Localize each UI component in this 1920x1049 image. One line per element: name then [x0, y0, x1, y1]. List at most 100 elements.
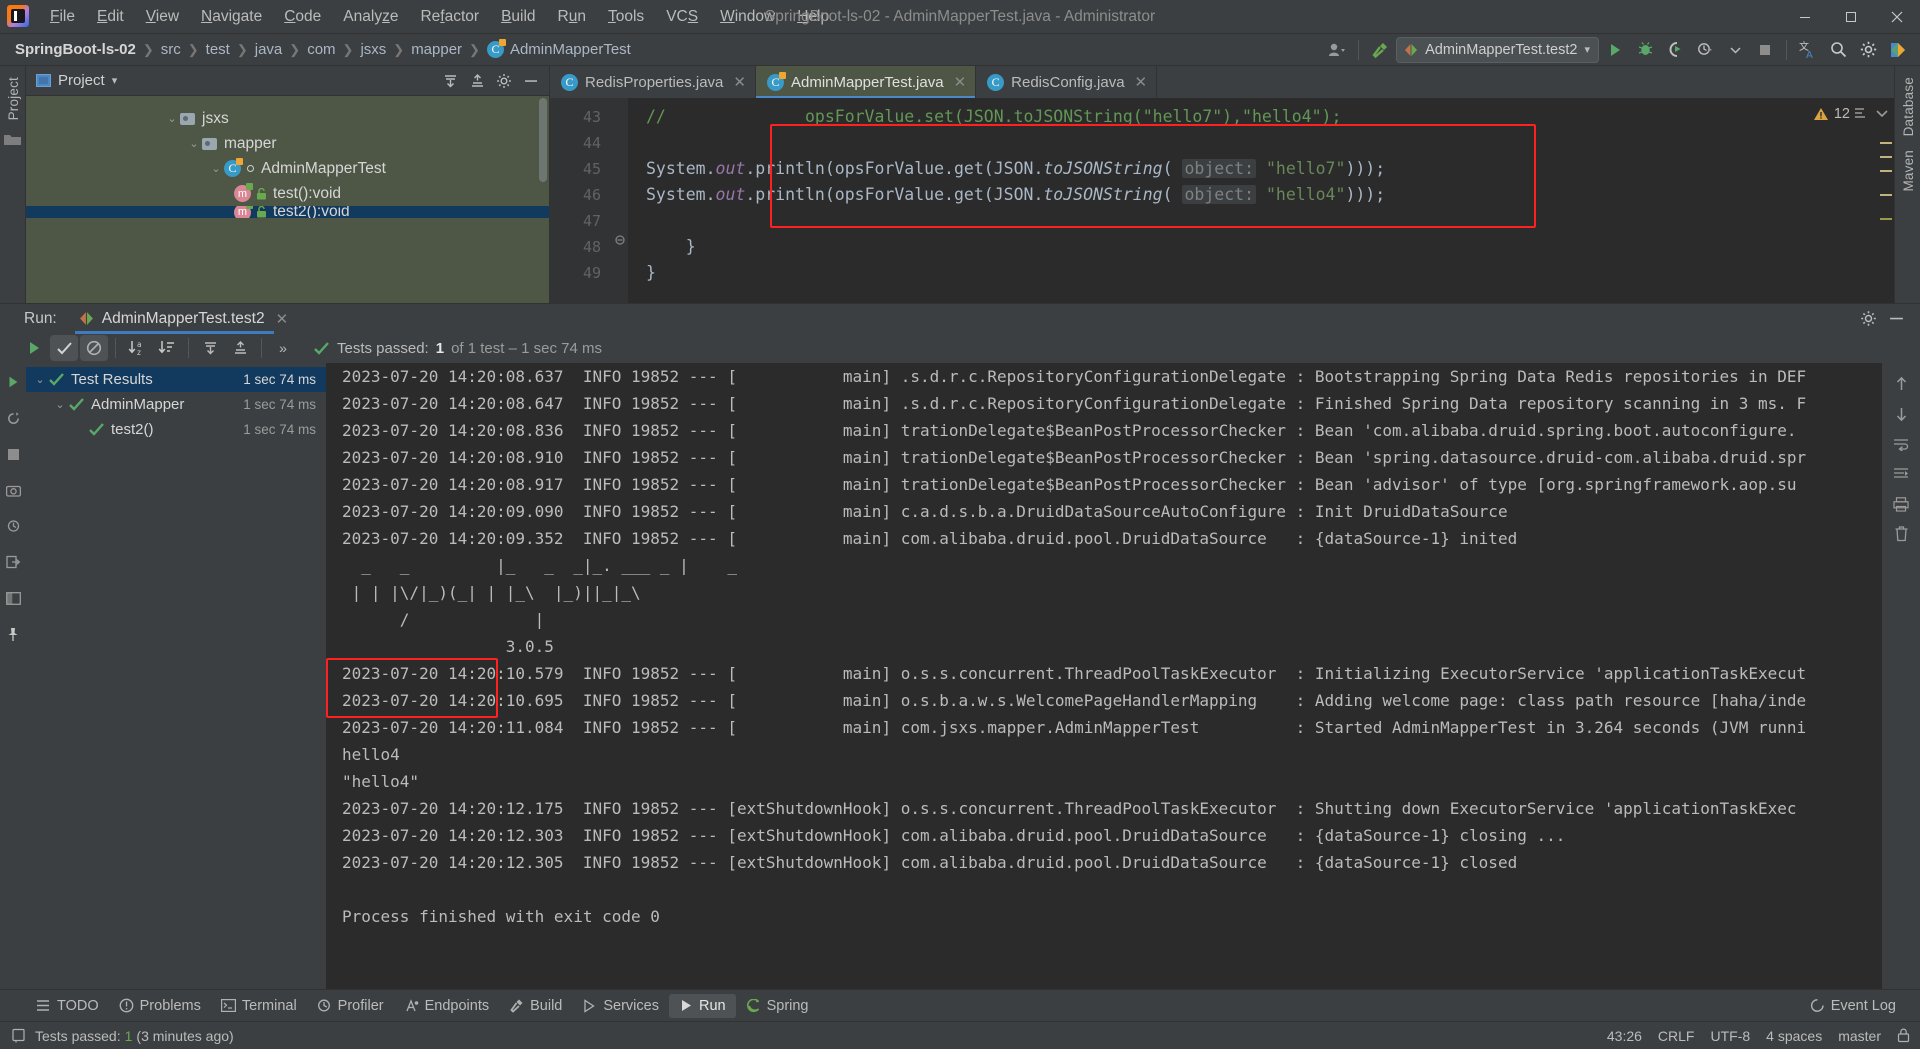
tree-item-test2-method[interactable]: m test2():void	[26, 206, 549, 218]
minimize-button[interactable]	[1782, 0, 1828, 34]
stop-button[interactable]	[1751, 37, 1779, 63]
line-separator[interactable]: CRLF	[1658, 1028, 1695, 1044]
more-options-icon[interactable]: »	[269, 335, 297, 361]
run-window-actions[interactable]	[1856, 308, 1920, 330]
scroll-up-icon[interactable]	[1888, 371, 1914, 397]
camera-icon[interactable]	[0, 477, 26, 503]
editor-tab-redisproperties[interactable]: C RedisProperties.java ✕	[550, 66, 756, 98]
breadcrumb-item-jsxs[interactable]: jsxs	[357, 40, 389, 59]
settings-gear-icon[interactable]	[492, 70, 516, 92]
test-tree-row-method[interactable]: test2() 1 sec 74 ms	[26, 417, 326, 442]
navigation-bar[interactable]: SpringBoot-ls-02 ❯ src ❯ test ❯ java ❯ c…	[0, 34, 1920, 66]
tool-window-todo[interactable]: TODO	[26, 994, 109, 1018]
expand-all-icon[interactable]	[196, 335, 224, 361]
run-gutter-dot-icon[interactable]	[247, 165, 254, 172]
close-icon[interactable]: ✕	[733, 73, 746, 91]
thread-dump-icon[interactable]	[0, 513, 26, 539]
tree-item-adminmappertest[interactable]: ⌄ C AdminMapperTest	[26, 156, 549, 181]
settings-gear-icon[interactable]	[1854, 37, 1882, 63]
sort-by-duration-icon[interactable]	[153, 335, 181, 361]
close-icon[interactable]: ✕	[276, 310, 289, 328]
menu-item-vcs[interactable]: VCS	[655, 4, 709, 30]
collapse-all-icon[interactable]	[226, 335, 254, 361]
tree-item-test-method[interactable]: m test():void	[26, 181, 549, 206]
hide-panel-icon[interactable]	[1884, 308, 1908, 330]
rail-button-maven[interactable]: Maven	[1901, 143, 1916, 199]
settings-gear-icon[interactable]	[1856, 308, 1880, 330]
test-tree-row-class[interactable]: ⌄ AdminMapper 1 sec 74 ms	[26, 392, 326, 417]
sort-alphabetically-icon[interactable]: az	[123, 335, 151, 361]
print-icon[interactable]	[1888, 491, 1914, 517]
run-configuration-selector[interactable]: AdminMapperTest.test2 ▾	[1396, 37, 1599, 63]
build-hammer-icon[interactable]	[1366, 37, 1394, 63]
chevron-down-icon[interactable]: ⌄	[52, 398, 68, 411]
code-line-47[interactable]	[628, 208, 1876, 234]
hide-panel-icon[interactable]	[519, 70, 543, 92]
stop-icon[interactable]	[0, 441, 26, 467]
translate-icon[interactable]: 文 A	[1794, 37, 1822, 63]
menu-item-view[interactable]: View	[135, 4, 190, 30]
rail-button-project[interactable]: Project	[6, 70, 21, 127]
tool-window-terminal[interactable]: Terminal	[211, 994, 307, 1018]
tool-window-spring[interactable]: Spring	[736, 994, 819, 1018]
menu-item-navigate[interactable]: Navigate	[190, 4, 273, 30]
menu-item-build[interactable]: Build	[490, 4, 546, 30]
breadcrumb-item-mapper[interactable]: mapper	[408, 40, 465, 59]
tool-window-endpoints[interactable]: Endpoints	[394, 994, 500, 1018]
export-icon[interactable]	[0, 549, 26, 575]
collapse-all-icon[interactable]	[465, 70, 489, 92]
tool-window-build[interactable]: Build	[499, 994, 572, 1018]
event-log-button[interactable]: Event Log	[1800, 994, 1906, 1018]
code-line-46[interactable]: System.out.println(opsForValue.get(JSON.…	[628, 182, 1876, 208]
breadcrumb-item-com[interactable]: com	[304, 40, 338, 59]
project-tree-scrollbar[interactable]	[539, 98, 547, 182]
chevron-down-icon[interactable]: ⌄	[164, 112, 180, 125]
file-encoding[interactable]: UTF-8	[1710, 1028, 1750, 1044]
editor-tab-bar[interactable]: C RedisProperties.java ✕ C AdminMapperTe…	[550, 66, 1894, 98]
console-output[interactable]: 2023-07-20 14:20:08.637 INFO 19852 --- […	[326, 363, 1882, 1027]
chevron-down-icon[interactable]: ⌄	[208, 162, 224, 175]
maximize-button[interactable]	[1828, 0, 1874, 34]
lock-icon[interactable]	[1897, 1028, 1910, 1043]
breadcrumb-item-project[interactable]: SpringBoot-ls-02	[12, 40, 139, 59]
window-controls[interactable]	[1782, 0, 1920, 34]
user-avatar-icon[interactable]	[1323, 37, 1351, 63]
tool-window-services[interactable]: Services	[572, 994, 669, 1018]
tool-window-bar[interactable]: TODO Problems Terminal Profiler Endpoint…	[0, 989, 1920, 1021]
code-line-49[interactable]: }	[628, 260, 1876, 286]
breadcrumb-item-src[interactable]: src	[158, 40, 184, 59]
chevron-down-icon[interactable]: ▾	[112, 74, 118, 87]
close-button[interactable]	[1874, 0, 1920, 34]
editor-inspection-widget[interactable]	[1853, 106, 1888, 121]
chevron-down-icon[interactable]: ▾	[1584, 43, 1590, 56]
caret-position[interactable]: 43:26	[1607, 1028, 1642, 1044]
code-line-44[interactable]	[628, 130, 1876, 156]
scroll-to-end-icon[interactable]	[1888, 461, 1914, 487]
status-message-icon[interactable]	[12, 1028, 27, 1043]
editor-tab-redisconfig[interactable]: C RedisConfig.java ✕	[976, 66, 1157, 98]
menu-item-code[interactable]: Code	[273, 4, 332, 30]
scroll-down-icon[interactable]	[1888, 401, 1914, 427]
fold-marker-icon[interactable]	[612, 234, 628, 246]
expand-all-icon[interactable]	[438, 70, 462, 92]
run-window-toolbar[interactable]: az » Tests passed: 1 of 1 test – 1 sec 7…	[0, 333, 1920, 363]
chevron-down-icon[interactable]	[1721, 37, 1749, 63]
debug-button[interactable]	[1631, 37, 1659, 63]
rerun-failed-icon[interactable]	[0, 405, 26, 431]
close-icon[interactable]: ✕	[954, 73, 967, 91]
run-window-tab[interactable]: AdminMapperTest.test2 ✕	[75, 304, 292, 334]
profiler-button[interactable]	[1691, 37, 1719, 63]
rerun-icon[interactable]	[20, 335, 48, 361]
tree-item-jsxs[interactable]: ⌄ jsxs	[26, 106, 549, 131]
soft-wrap-icon[interactable]	[1888, 431, 1914, 457]
indent-setting[interactable]: 4 spaces	[1766, 1028, 1822, 1044]
pin-icon[interactable]	[0, 621, 26, 647]
ide-features-icon[interactable]	[1884, 37, 1912, 63]
tree-item-mapper[interactable]: ⌄ mapper	[26, 131, 549, 156]
editor-tab-adminmappertest[interactable]: C AdminMapperTest.java ✕	[756, 66, 976, 98]
close-icon[interactable]: ✕	[1135, 73, 1148, 91]
menu-item-run[interactable]: Run	[547, 4, 597, 30]
run-left-rail[interactable]	[0, 363, 26, 1027]
run-with-coverage-button[interactable]	[1661, 37, 1689, 63]
vcs-branch[interactable]: master	[1838, 1028, 1881, 1044]
